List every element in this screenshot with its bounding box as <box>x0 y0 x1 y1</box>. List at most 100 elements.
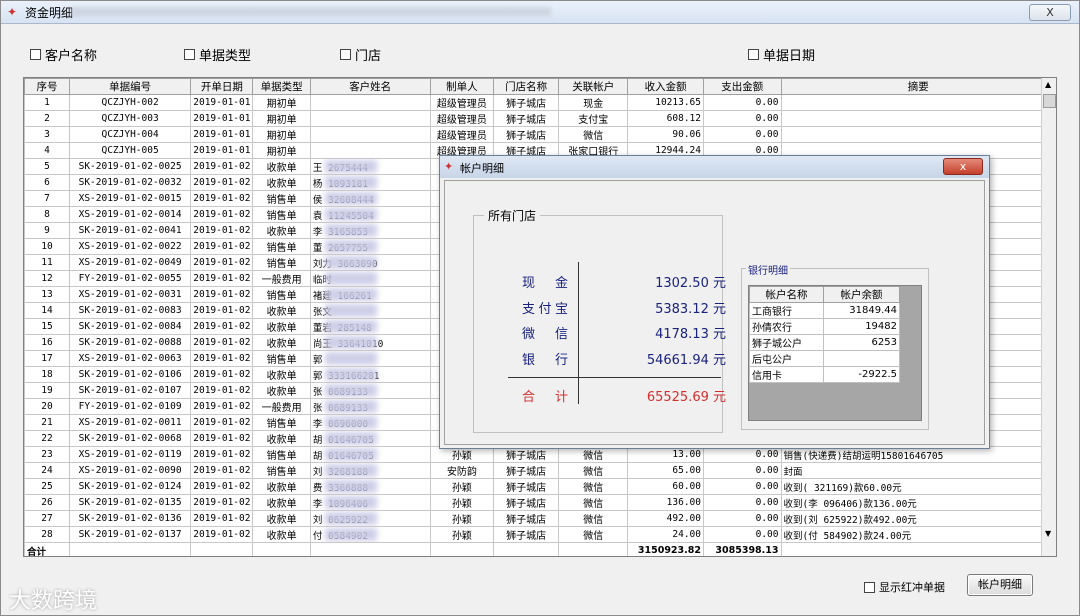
column-header[interactable]: 制单人 <box>429 78 495 95</box>
cell-date: 2019-01-02 <box>190 414 254 431</box>
checkbox[interactable] <box>30 49 41 60</box>
cell-no: 1 <box>24 94 70 111</box>
cell-type: 收款单 <box>252 382 311 399</box>
payment-row-total: 合计 65525.69 元 <box>522 390 726 405</box>
cell-type: 收款单 <box>252 494 311 511</box>
cell-note <box>780 110 1056 127</box>
column-header[interactable]: 开单日期 <box>190 78 254 95</box>
payment-row-alipay: 支付宝 5383.12 元 <box>522 302 726 317</box>
cell-customer <box>309 110 431 127</box>
show-red-entries-toggle[interactable]: 显示红冲单据 <box>864 579 945 595</box>
cell-customer: 王 2675444 <box>309 158 431 175</box>
cell-customer: 付 0584902 <box>309 526 431 543</box>
cell-note: 收到(李 096406)款136.00元 <box>780 494 1056 511</box>
scroll-thumb[interactable] <box>1043 94 1056 108</box>
cell-no: 6 <box>24 174 70 191</box>
column-header[interactable]: 收入金额 <box>627 78 704 95</box>
column-header[interactable]: 序号 <box>24 78 70 95</box>
cell-no: 20 <box>24 398 70 415</box>
cell-customer: 张 0689133 <box>309 398 431 415</box>
cell-type: 收款单 <box>252 526 311 543</box>
watermark-logo: 大数跨境 <box>9 589 98 614</box>
cell-maker: 孙颖 <box>429 510 495 527</box>
column-header[interactable]: 单据类型 <box>252 78 311 95</box>
cell-no: 4 <box>24 142 70 159</box>
table-row[interactable]: 28 SK-2019-01-02-0137 2019-01-02 收款单付 05849… <box>24 526 1056 543</box>
cell-store: 狮子城店 <box>493 510 560 527</box>
column-header[interactable]: 支出金额 <box>702 78 782 95</box>
account-detail-dialog: ✦ 帐户明细 x 所有门店 现金 1302.50 元 支付宝 5383.12 元… <box>439 155 990 449</box>
scroll-down-icon[interactable]: ▼ <box>1045 529 1051 538</box>
store-filter[interactable]: 门店 <box>340 45 381 64</box>
cell-expense: 0.00 <box>702 94 782 111</box>
checkbox[interactable] <box>864 581 875 593</box>
doc-type-filter[interactable]: 单据类型 <box>184 45 251 64</box>
cell-date: 2019-01-02 <box>190 318 254 335</box>
bank-detail-group: 银行明细 帐户名称 帐户余额 工商银行 31849.44 孙倩农行 19482 狮子城公… <box>741 262 929 430</box>
column-header[interactable]: 单据编号 <box>68 78 192 95</box>
cell-code: FY-2019-01-02-0055 <box>68 270 192 287</box>
empty-cell <box>252 542 311 556</box>
bank-grid[interactable]: 帐户名称 帐户余额 工商银行 31849.44 孙倩农行 19482 狮子城公户 6253… <box>748 285 922 421</box>
cell-account: 现金 <box>558 94 629 111</box>
cell-date: 2019-01-02 <box>190 254 254 271</box>
cell-store: 狮子城店 <box>493 462 560 479</box>
footer: 大数跨境 显示红冲单据 帐户明细 <box>1 567 1079 615</box>
cell-no: 12 <box>24 270 70 287</box>
scroll-up-icon[interactable]: ▲ <box>1045 80 1051 89</box>
cell-note: 收到( 321169)款60.00元 <box>780 478 1056 495</box>
cell-customer: 尚王 33641010 <box>309 334 431 351</box>
account-detail-button[interactable]: 帐户明细 <box>967 574 1033 596</box>
close-button[interactable]: X <box>1029 4 1071 21</box>
cell-no: 28 <box>24 526 70 543</box>
bank-row[interactable]: 后屯公户 <box>749 350 900 367</box>
checkbox[interactable] <box>748 49 759 60</box>
cell-income: 492.00 <box>627 510 704 527</box>
cell-customer: 李 0696000 <box>309 414 431 431</box>
bank-row[interactable]: 工商银行 31849.44 <box>749 302 900 319</box>
vertical-scrollbar[interactable]: ▲ ▼ <box>1041 78 1056 556</box>
empty-cell <box>780 542 1056 556</box>
column-header[interactable]: 门店名称 <box>493 78 560 95</box>
cell-expense: 0.00 <box>702 478 782 495</box>
bank-row[interactable]: 狮子城公户 6253 <box>749 334 900 351</box>
checkbox[interactable] <box>340 49 351 60</box>
table-row[interactable]: 27 SK-2019-01-02-0136 2019-01-02 收款单刘 06259… <box>24 510 1056 527</box>
cell-code: XS-2019-01-02-0119 <box>68 446 192 463</box>
cell-type: 期初单 <box>252 94 311 111</box>
cell-no: 11 <box>24 254 70 271</box>
table-row[interactable]: 2 QCZJYH-003 2019-01-01 期初单 超级管理员 狮子城店 支付宝 608.… <box>24 110 1056 127</box>
column-header[interactable]: 摘要 <box>780 78 1056 95</box>
cell-no: 5 <box>24 158 70 175</box>
cell-code: SK-2019-01-02-0041 <box>68 222 192 239</box>
all-stores-group: 所有门店 现金 1302.50 元 支付宝 5383.12 元 微信 4178.… <box>473 207 726 433</box>
cell-no: 19 <box>24 382 70 399</box>
empty-cell <box>429 542 495 556</box>
bank-table-header: 帐户名称 帐户余额 <box>749 286 900 303</box>
column-header[interactable]: 关联帐户 <box>558 78 629 95</box>
cell-customer: 郭 333166281 <box>309 366 431 383</box>
bank-row[interactable]: 孙倩农行 19482 <box>749 318 900 335</box>
cell-customer: 刘 0625922 <box>309 510 431 527</box>
cell-customer: 李 1096406 <box>309 494 431 511</box>
table-row[interactable]: 3 QCZJYH-004 2019-01-01 期初单 超级管理员 狮子城店 微信 90.06… <box>24 126 1056 143</box>
payment-row-wechat: 微信 4178.13 元 <box>522 327 726 342</box>
doc-date-filter[interactable]: 单据日期 <box>748 45 815 64</box>
table-row[interactable]: 24 XS-2019-01-02-0090 2019-01-02 销售单刘 32681… <box>24 462 1056 479</box>
table-row[interactable]: 1 QCZJYH-002 2019-01-01 期初单 超级管理员 狮子城店 现金 10213… <box>24 94 1056 111</box>
bank-row[interactable]: 信用卡 -2922.5 <box>749 366 900 383</box>
cell-type: 收款单 <box>252 510 311 527</box>
customer-name-filter[interactable]: 客户名称 <box>30 45 97 64</box>
dialog-title-bar: ✦ 帐户明细 x <box>440 156 989 178</box>
column-header[interactable]: 客户姓名 <box>309 78 431 95</box>
empty-cell <box>68 542 192 556</box>
table-row[interactable]: 26 SK-2019-01-02-0135 2019-01-02 收款单李 10964… <box>24 494 1056 511</box>
cell-no: 2 <box>24 110 70 127</box>
cell-date: 2019-01-02 <box>190 174 254 191</box>
dialog-close-button[interactable]: x <box>943 158 983 175</box>
blurred-title-area <box>71 7 551 16</box>
table-row[interactable]: 25 SK-2019-01-02-0124 2019-01-02 收款单费 33668… <box>24 478 1056 495</box>
cell-date: 2019-01-02 <box>190 510 254 527</box>
checkbox[interactable] <box>184 49 195 60</box>
cell-store: 狮子城店 <box>493 526 560 543</box>
